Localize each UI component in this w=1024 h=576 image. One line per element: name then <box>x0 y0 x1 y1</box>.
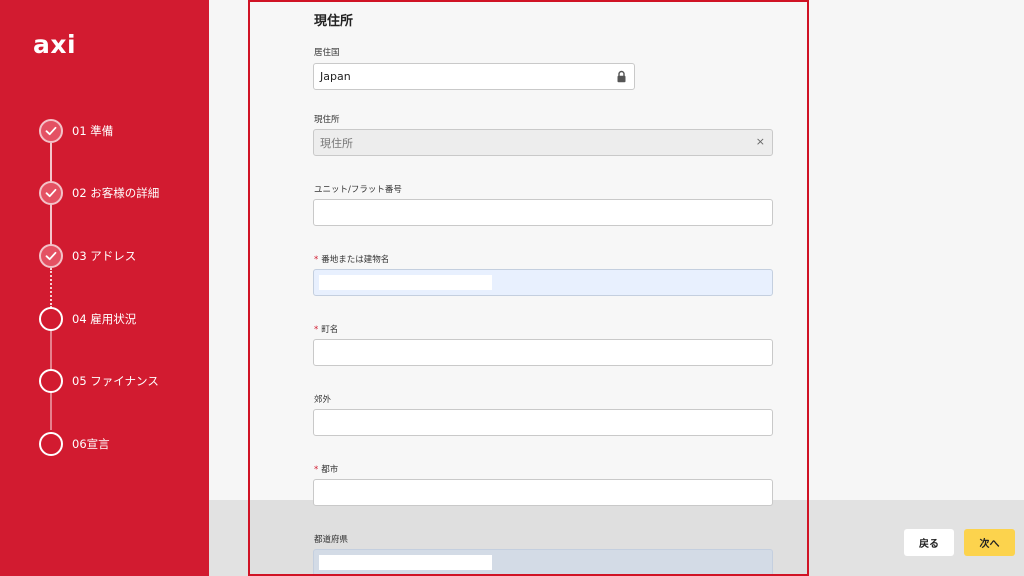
street-input[interactable] <box>313 269 773 296</box>
autofill-value <box>319 555 492 570</box>
step-06: 06宣言 <box>39 432 110 456</box>
empty-circle-icon <box>39 369 63 393</box>
step-03[interactable]: 03 アドレス <box>39 244 136 268</box>
town-label: * 町名 <box>314 323 338 335</box>
required-marker: * <box>314 465 319 475</box>
step-label: 05 ファイナンス <box>72 374 159 388</box>
step-01[interactable]: 01 準備 <box>39 119 113 143</box>
street-label-text: 番地または建物名 <box>321 255 390 265</box>
check-circle-icon <box>39 244 63 268</box>
town-input[interactable] <box>313 339 773 366</box>
suburb-label: 郊外 <box>314 395 332 405</box>
prefecture-input[interactable] <box>313 549 773 574</box>
empty-circle-icon <box>39 307 63 331</box>
address-form: 現住所 居住国 Japan 現住所 現住所 × ユニット/フラット番号 * 番地ま… <box>248 0 809 576</box>
step-label: 02 お客様の詳細 <box>72 186 160 200</box>
city-label: * 都市 <box>314 463 338 475</box>
step-label: 01 準備 <box>72 124 114 138</box>
unit-input[interactable] <box>313 199 773 226</box>
step-label: 04 雇用状況 <box>72 312 137 326</box>
country-field: Japan <box>313 63 635 90</box>
check-circle-icon <box>39 181 63 205</box>
form-title: 現住所 <box>314 14 354 29</box>
unit-label: ユニット/フラット番号 <box>314 185 402 195</box>
city-input[interactable] <box>313 479 773 506</box>
lock-icon <box>617 70 626 83</box>
clear-icon[interactable]: × <box>756 135 765 148</box>
country-value: Japan <box>320 70 351 83</box>
city-label-text: 都市 <box>321 465 339 475</box>
current-address-label: 現住所 <box>314 115 340 125</box>
step-05: 05 ファイナンス <box>39 369 159 393</box>
empty-circle-icon <box>39 432 63 456</box>
sidebar: axi 01 準備 02 お客様の詳細 03 アドレス 04 雇用状況 05 フ… <box>0 0 209 576</box>
suburb-input[interactable] <box>313 409 773 436</box>
next-button[interactable]: 次へ <box>964 529 1015 556</box>
prefecture-label: 都道府県 <box>314 535 349 545</box>
axi-logo: axi <box>33 30 77 59</box>
current-address-input[interactable]: 現住所 × <box>313 129 773 156</box>
country-label: 居住国 <box>314 48 340 58</box>
required-marker: * <box>314 325 319 335</box>
step-label: 06宣言 <box>72 437 110 451</box>
current-address-placeholder: 現住所 <box>320 136 353 150</box>
autofill-value <box>319 275 492 290</box>
required-marker: * <box>314 255 319 265</box>
step-04: 04 雇用状況 <box>39 307 136 331</box>
step-02[interactable]: 02 お客様の詳細 <box>39 181 159 205</box>
check-circle-icon <box>39 119 63 143</box>
back-button[interactable]: 戻る <box>904 529 954 556</box>
town-label-text: 町名 <box>321 325 339 335</box>
street-label: * 番地または建物名 <box>314 253 389 265</box>
progress-line-current <box>50 268 52 308</box>
step-label: 03 アドレス <box>72 249 137 263</box>
